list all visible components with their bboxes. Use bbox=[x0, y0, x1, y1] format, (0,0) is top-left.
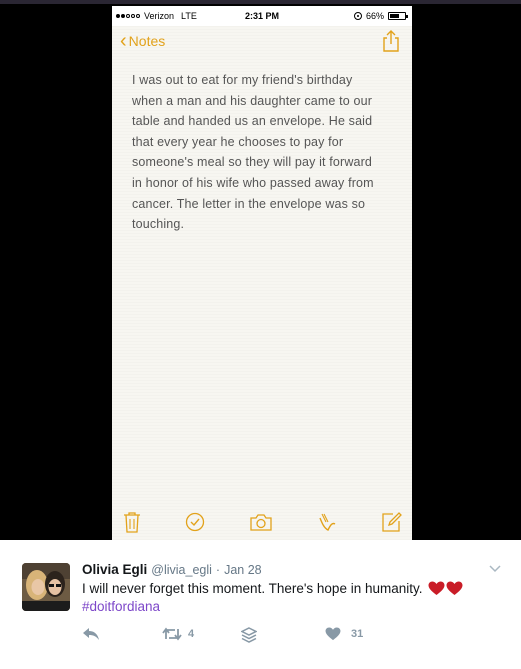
chevron-left-icon: ‹ bbox=[120, 30, 127, 52]
note-line: touching. bbox=[132, 217, 185, 232]
note-line: cancer. The letter in the envelope was s… bbox=[132, 196, 366, 211]
back-button[interactable]: ‹ Notes bbox=[120, 30, 166, 52]
note-line: that every year he chooses to pay for bbox=[132, 134, 344, 149]
status-right: 66% bbox=[353, 11, 408, 21]
camera-icon[interactable] bbox=[249, 510, 273, 534]
avatar-image bbox=[22, 563, 70, 611]
trash-icon[interactable] bbox=[120, 510, 144, 534]
user-name[interactable]: Olivia Egli bbox=[82, 562, 147, 577]
layers-icon bbox=[241, 627, 257, 643]
sketch-icon[interactable] bbox=[315, 510, 339, 534]
reply-icon bbox=[83, 628, 99, 640]
note-line: table and handed us an envelope. He said bbox=[132, 114, 373, 129]
rotation-lock-icon bbox=[353, 12, 362, 20]
reply-button[interactable] bbox=[82, 627, 100, 641]
retweet-button[interactable]: 4 bbox=[162, 627, 194, 641]
tweet-header: Olivia Egli @livia_egli · Jan 28 bbox=[82, 562, 262, 577]
status-bar: Verizon LTE 2:31 PM 66% bbox=[112, 6, 412, 26]
note-line: when a man and his daughter came to our bbox=[132, 93, 373, 108]
notes-navbar: ‹ Notes bbox=[112, 26, 412, 58]
share-icon[interactable] bbox=[382, 30, 400, 52]
note-line: in honor of his wife who passed away fro… bbox=[132, 175, 374, 190]
avatar[interactable] bbox=[22, 563, 70, 611]
back-label: Notes bbox=[128, 33, 166, 49]
tweet-text: I will never forget this moment. There's… bbox=[82, 580, 463, 598]
notes-toolbar bbox=[112, 506, 412, 540]
tweet-date[interactable]: Jan 28 bbox=[224, 563, 262, 577]
note-line: someone's meal so they will pay it forwa… bbox=[132, 155, 373, 170]
like-button[interactable]: 31 bbox=[325, 627, 363, 641]
separator-dot: · bbox=[215, 563, 221, 577]
tweet-text-body: I will never forget this moment. There's… bbox=[82, 581, 423, 596]
like-count: 31 bbox=[351, 628, 364, 640]
compose-icon[interactable] bbox=[380, 510, 404, 534]
note-body[interactable]: I was out to eat for my friend's birthda… bbox=[132, 70, 404, 235]
chevron-down-icon[interactable] bbox=[489, 562, 501, 574]
retweet-icon bbox=[162, 627, 182, 641]
red-heart-emoji bbox=[428, 581, 463, 596]
user-handle[interactable]: @livia_egli bbox=[151, 563, 212, 577]
hashtag-link[interactable]: #doitfordiana bbox=[82, 599, 160, 614]
checklist-icon[interactable] bbox=[183, 510, 207, 534]
battery-percent: 66% bbox=[365, 11, 384, 21]
battery-icon bbox=[388, 12, 408, 20]
tweet-card[interactable]: Olivia Egli @livia_egli · Jan 28 I will … bbox=[0, 540, 521, 669]
note-line: I was out to eat for my friend's birthda… bbox=[132, 73, 353, 87]
heart-icon bbox=[325, 627, 341, 641]
retweet-count: 4 bbox=[188, 628, 195, 640]
moments-button[interactable] bbox=[241, 627, 257, 643]
phone-screenshot: Verizon LTE 2:31 PM 66% ‹ Notes I was ou… bbox=[112, 6, 412, 540]
tweet-actions: 4 31 bbox=[82, 627, 422, 647]
